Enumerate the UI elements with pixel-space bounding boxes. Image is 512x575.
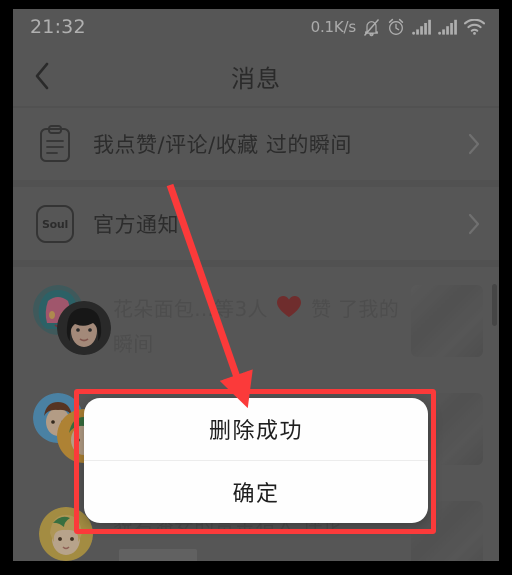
confirm-button[interactable]: 确定 <box>84 461 428 523</box>
alert-message: 删除成功 <box>208 419 303 444</box>
alert-dialog: 删除成功 确定 <box>84 398 428 523</box>
phone-viewport: 21:32 0.1K/s 消息 我点赞/评论/收藏 过的瞬间 Soul 官方通知… <box>13 9 499 561</box>
screenshot-root: 21:32 0.1K/s 消息 我点赞/评论/收藏 过的瞬间 Soul 官方通知… <box>0 0 512 575</box>
